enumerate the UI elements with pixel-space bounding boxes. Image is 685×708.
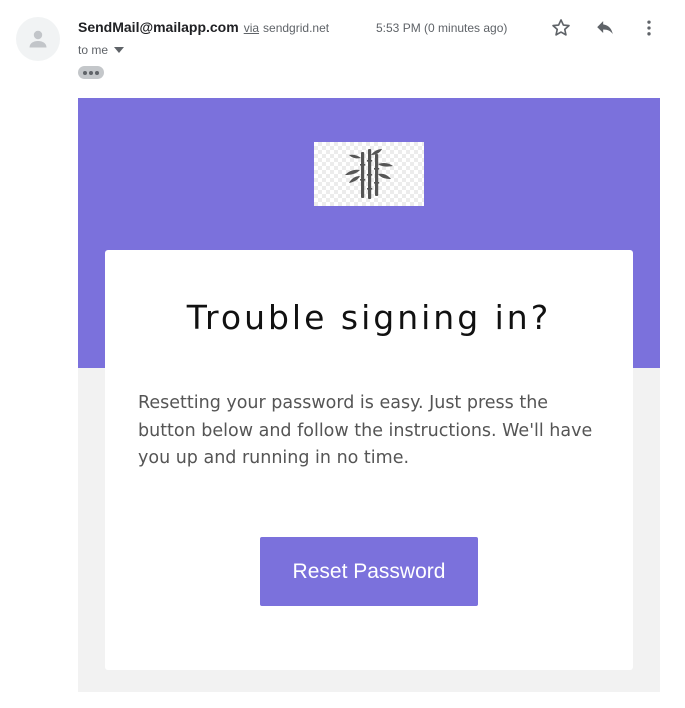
- ellipsis-icon: [83, 70, 87, 75]
- person-icon: [29, 30, 47, 48]
- star-button[interactable]: [547, 14, 575, 42]
- star-icon: [552, 19, 570, 36]
- more-vertical-icon: [647, 20, 651, 36]
- email-heading: Trouble signing in?: [186, 298, 552, 337]
- reply-icon: [597, 21, 613, 35]
- reply-button[interactable]: [591, 14, 619, 42]
- sender-line: SendMail@mailapp.com via sendgrid.net: [78, 19, 329, 35]
- sender-avatar[interactable]: [16, 17, 60, 61]
- email-message: Resetting your password is easy. Just pr…: [138, 393, 593, 468]
- reset-password-button[interactable]: Reset Password: [260, 537, 478, 606]
- show-trimmed-content-button[interactable]: [78, 66, 104, 79]
- ellipsis-dot: [89, 70, 93, 75]
- via-link[interactable]: via: [244, 21, 259, 35]
- email-view: SendMail@mailapp.com via sendgrid.net 5:…: [0, 0, 685, 708]
- recipient-label: to me: [78, 43, 109, 57]
- bamboo-icon: [345, 149, 393, 199]
- bamboo-logo: [314, 142, 424, 206]
- ellipsis-dot: [95, 70, 99, 75]
- sender-name[interactable]: SendMail@mailapp.com: [78, 19, 239, 35]
- timestamp: 5:53 PM (0 minutes ago): [376, 21, 508, 35]
- via-domain: sendgrid.net: [263, 21, 330, 35]
- more-options-button[interactable]: [635, 14, 663, 42]
- content-card: Trouble signing in? Resetting your passw…: [105, 250, 633, 670]
- recipient-details-toggle[interactable]: to me: [78, 43, 125, 57]
- email-body: Trouble signing in? Resetting your passw…: [78, 98, 660, 692]
- caret-down-icon: [114, 47, 125, 53]
